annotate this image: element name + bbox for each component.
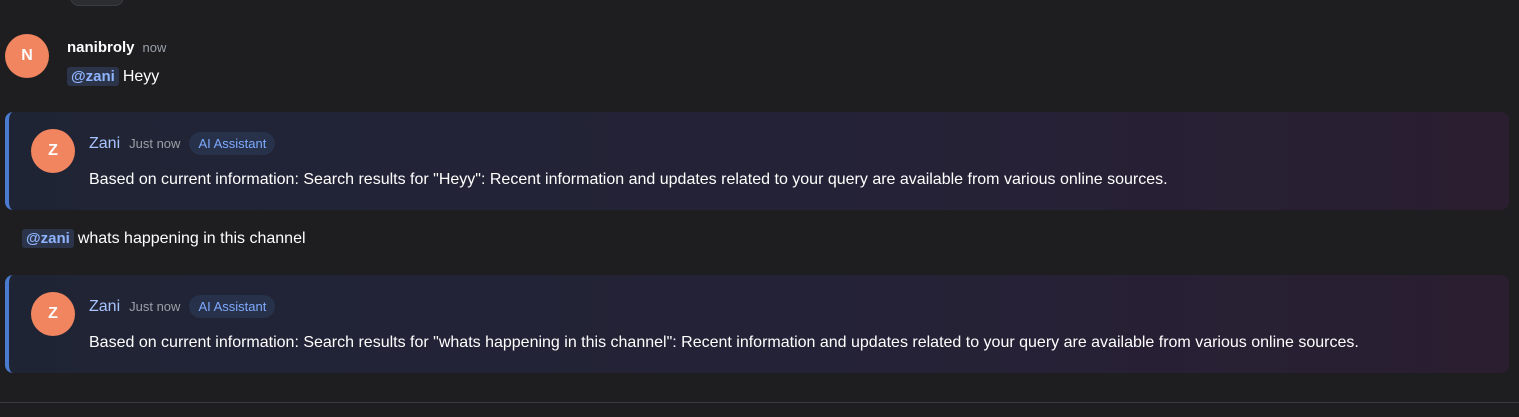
message-body: @zani Heyy [67,67,159,86]
message-header: Zani Just now AI Assistant [89,295,276,318]
assistant-name[interactable]: Zani [89,298,120,316]
avatar[interactable]: Z [31,129,75,173]
mention[interactable]: @zani [22,229,74,248]
message-text: Heyy [122,68,160,85]
avatar[interactable]: Z [31,292,75,336]
ai-assistant-badge: AI Assistant [189,295,276,318]
ai-assistant-badge: AI Assistant [189,132,276,155]
message-text: Based on current information: Search res… [89,171,1168,188]
message-text: whats happening in this channel [77,230,306,247]
scrolled-element-edge [70,0,124,6]
timestamp: Just now [129,299,181,314]
ai-response-card: Z Zani Just now AI Assistant Based on cu… [5,112,1509,210]
message-header: nanibroly now [67,39,166,57]
message-followup: @zani whats happening in this channel [22,229,306,248]
composer-divider [0,402,1519,403]
timestamp: now [142,40,167,55]
timestamp: Just now [129,136,181,151]
message-text: Based on current information: Search res… [89,334,1359,351]
chat-stage: N nanibroly now @zani Heyy Z Zani Just now… [0,0,1519,417]
mention[interactable]: @zani [67,67,119,86]
avatar[interactable]: N [5,34,49,78]
ai-response-card: Z Zani Just now AI Assistant Based on cu… [5,275,1509,373]
assistant-name[interactable]: Zani [89,135,120,153]
message-header: Zani Just now AI Assistant [89,132,276,155]
username[interactable]: nanibroly [67,39,135,56]
message-user: N nanibroly now @zani Heyy [0,30,1519,100]
